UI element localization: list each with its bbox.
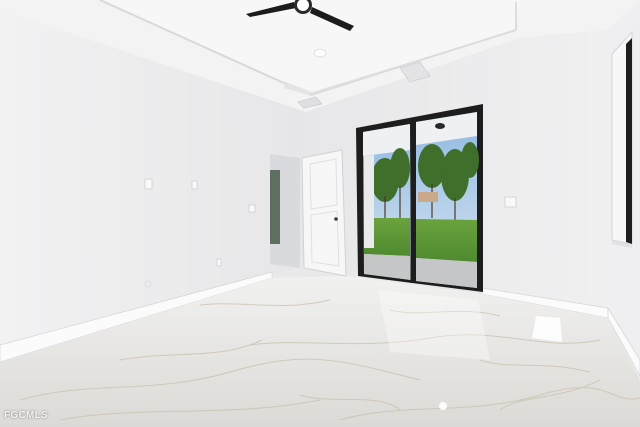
door-reflection: [378, 290, 490, 360]
door-handle: [334, 217, 338, 221]
light-spot-reflection: [439, 402, 447, 410]
patio-column: [364, 155, 374, 248]
sliding-glass-door: [356, 104, 483, 292]
thermostat: [248, 204, 256, 213]
wall-outlet-upper: [191, 180, 198, 190]
light-switch: [144, 178, 153, 190]
right-lawn: [416, 219, 477, 262]
recessed-light: [313, 48, 327, 58]
hallway-window: [270, 170, 280, 244]
back-wall-switch: [504, 196, 517, 208]
room-photo: FGCMLS: [0, 0, 640, 427]
side-window-frame: [626, 38, 632, 244]
room-illustration: [0, 0, 640, 427]
watermark-logo: FGCMLS: [4, 410, 49, 421]
distant-house: [418, 192, 438, 202]
wall-outlet-lower: [216, 258, 222, 267]
light-reflection: [532, 316, 562, 342]
